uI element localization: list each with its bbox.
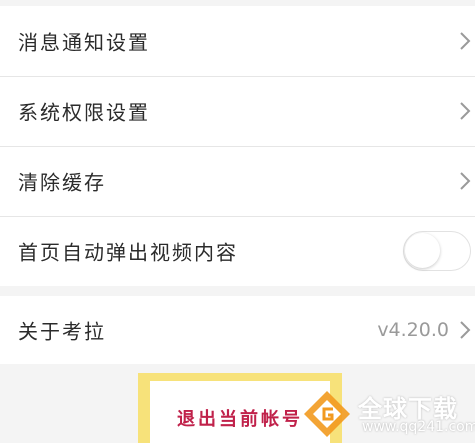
watermark-url: www.qq241.com <box>362 419 475 435</box>
about-label: 关于考拉 <box>18 319 106 344</box>
chevron-right-icon <box>460 321 471 339</box>
about-row[interactable]: 关于考拉 v4.20.0 <box>0 296 475 364</box>
version-text: v4.20.0 <box>377 319 449 341</box>
chevron-right-icon <box>460 32 471 50</box>
settings-row-clear-cache[interactable]: 清除缓存 <box>0 146 475 216</box>
settings-row-label: 系统权限设置 <box>18 100 150 125</box>
watermark-logo-icon <box>304 391 350 437</box>
settings-row-notifications[interactable]: 消息通知设置 <box>0 6 475 76</box>
settings-group: 消息通知设置 系统权限设置 清除缓存 首页自动弹出视频内容 <box>0 6 475 286</box>
settings-row-label: 首页自动弹出视频内容 <box>18 240 238 265</box>
settings-row-label: 清除缓存 <box>18 170 106 195</box>
settings-row-label: 消息通知设置 <box>18 30 150 55</box>
chevron-right-icon <box>460 172 471 190</box>
autoplay-video-toggle[interactable] <box>403 231 471 271</box>
chevron-right-icon <box>460 102 471 120</box>
watermark: 全球下载 www.qq241.com <box>300 385 475 443</box>
settings-row-permissions[interactable]: 系统权限设置 <box>0 76 475 146</box>
about-group: 关于考拉 v4.20.0 <box>0 296 475 364</box>
settings-page: 消息通知设置 系统权限设置 清除缓存 首页自动弹出视频内容 关于考拉 v4.20… <box>0 0 475 443</box>
toggle-knob <box>405 233 440 268</box>
settings-row-autoplay-video: 首页自动弹出视频内容 <box>0 216 475 286</box>
